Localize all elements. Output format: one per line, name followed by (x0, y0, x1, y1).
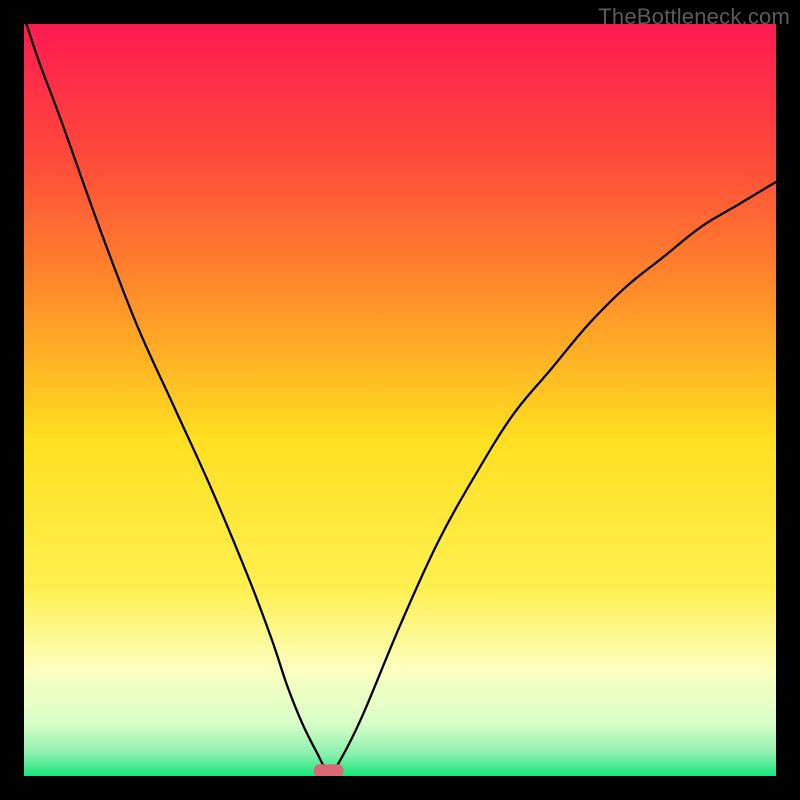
chart-frame: TheBottleneck.com (0, 0, 800, 800)
minimum-marker (314, 764, 344, 776)
chart-svg (24, 24, 776, 776)
watermark-text: TheBottleneck.com (598, 4, 790, 30)
plot-area (24, 24, 776, 776)
gradient-background (24, 24, 776, 776)
